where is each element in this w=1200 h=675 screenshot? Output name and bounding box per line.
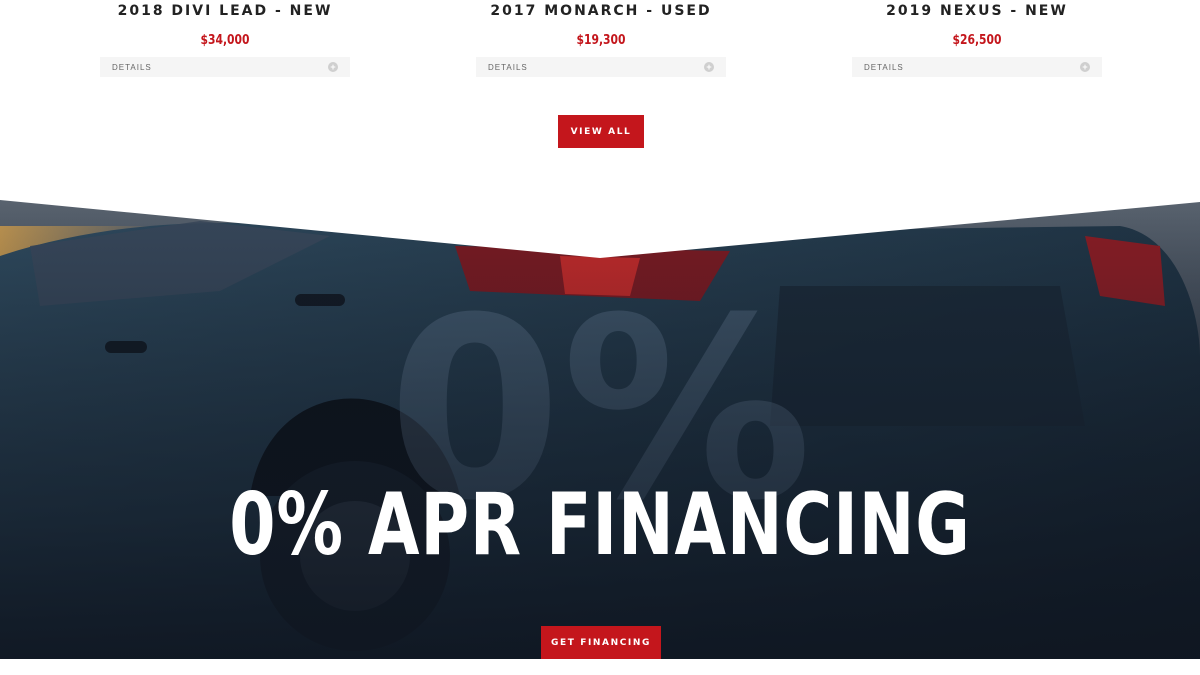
view-all-button[interactable]: VIEW ALL (558, 115, 644, 148)
details-label: DETAILS (488, 62, 528, 72)
listing-title[interactable]: 2018 DIVI LEAD - NEW (100, 3, 350, 19)
details-toggle[interactable]: DETAILS + (852, 57, 1102, 77)
vehicle-listings: 2018 DIVI LEAD - NEW $34,000 DETAILS + 2… (0, 0, 1200, 200)
financing-hero: 0% 0% APR FINANCING GET FINANCING (0, 196, 1200, 659)
details-toggle[interactable]: DETAILS + (476, 57, 726, 77)
plus-circle-icon: + (1080, 62, 1090, 72)
listing-price: $26,500 (952, 33, 1002, 48)
details-label: DETAILS (864, 62, 904, 72)
listing-card: 2017 MONARCH - USED $19,300 DETAILS + (476, 0, 726, 77)
listing-card: 2019 NEXUS - NEW $26,500 DETAILS + (852, 0, 1102, 77)
listing-price: $34,000 (200, 33, 250, 48)
listing-title[interactable]: 2019 NEXUS - NEW (852, 3, 1102, 19)
plus-circle-icon: + (704, 62, 714, 72)
page-footer-spacer (0, 659, 1200, 675)
listing-price: $19,300 (576, 33, 626, 48)
details-toggle[interactable]: DETAILS + (100, 57, 350, 77)
details-label: DETAILS (112, 62, 152, 72)
listing-title[interactable]: 2017 MONARCH - USED (476, 3, 726, 19)
plus-circle-icon: + (328, 62, 338, 72)
get-financing-button[interactable]: GET FINANCING (541, 626, 661, 659)
section-divider (0, 196, 1200, 258)
hero-title: 0% APR FINANCING (229, 475, 971, 575)
listing-card: 2018 DIVI LEAD - NEW $34,000 DETAILS + (100, 0, 350, 77)
